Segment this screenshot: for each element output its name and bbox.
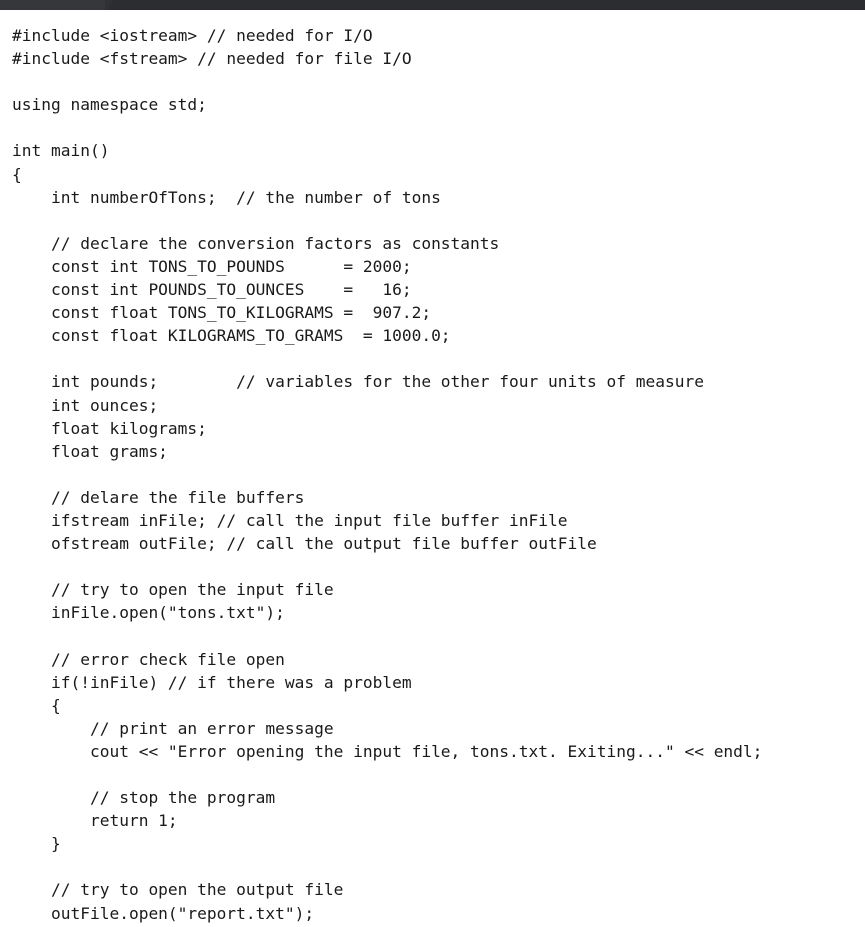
- window-titlebar: [0, 0, 865, 10]
- code-line: int ounces;: [12, 395, 159, 415]
- code-line: // declare the conversion factors as con…: [12, 233, 500, 253]
- code-line: // delare the file buffers: [12, 487, 305, 507]
- code-editor-window: #include <iostream> // needed for I/O #in…: [0, 0, 865, 927]
- code-line: outFile.open("report.txt");: [12, 903, 315, 923]
- code-line: int pounds; // variables for the other f…: [12, 372, 704, 392]
- code-line: const float KILOGRAMS_TO_GRAMS = 1000.0;: [12, 326, 451, 346]
- code-line: float kilograms;: [12, 418, 207, 438]
- code-line: int main(): [12, 141, 110, 161]
- code-line: float grams;: [12, 441, 168, 461]
- code-line: const float TONS_TO_KILOGRAMS = 907.2;: [12, 303, 432, 323]
- code-line: // try to open the input file: [12, 580, 334, 600]
- code-line: const int TONS_TO_POUNDS = 2000;: [12, 256, 412, 276]
- code-line: ofstream outFile; // call the output fil…: [12, 534, 597, 554]
- code-line: }: [12, 834, 61, 854]
- code-line: using namespace std;: [12, 95, 207, 115]
- source-code-block[interactable]: #include <iostream> // needed for I/O #in…: [12, 24, 865, 925]
- titlebar-active-tab[interactable]: [110, 0, 865, 10]
- code-line: #include <iostream> // needed for I/O: [12, 26, 373, 45]
- code-line: inFile.open("tons.txt");: [12, 603, 285, 623]
- code-line: {: [12, 164, 22, 184]
- code-line: #include <fstream> // needed for file I/…: [12, 49, 412, 69]
- code-line: // print an error message: [12, 718, 334, 738]
- code-line: {: [12, 695, 61, 715]
- code-line: const int POUNDS_TO_OUNCES = 16;: [12, 280, 412, 300]
- code-line: cout << "Error opening the input file, t…: [12, 741, 763, 761]
- code-line: // error check file open: [12, 649, 285, 669]
- code-line: ifstream inFile; // call the input file …: [12, 510, 568, 530]
- code-line: if(!inFile) // if there was a problem: [12, 672, 412, 692]
- code-line: // stop the program: [12, 788, 276, 808]
- code-content-area[interactable]: #include <iostream> // needed for I/O #in…: [0, 10, 865, 927]
- code-line: int numberOfTons; // the number of tons: [12, 187, 441, 207]
- code-line: return 1;: [12, 811, 178, 831]
- code-line: // try to open the output file: [12, 880, 344, 900]
